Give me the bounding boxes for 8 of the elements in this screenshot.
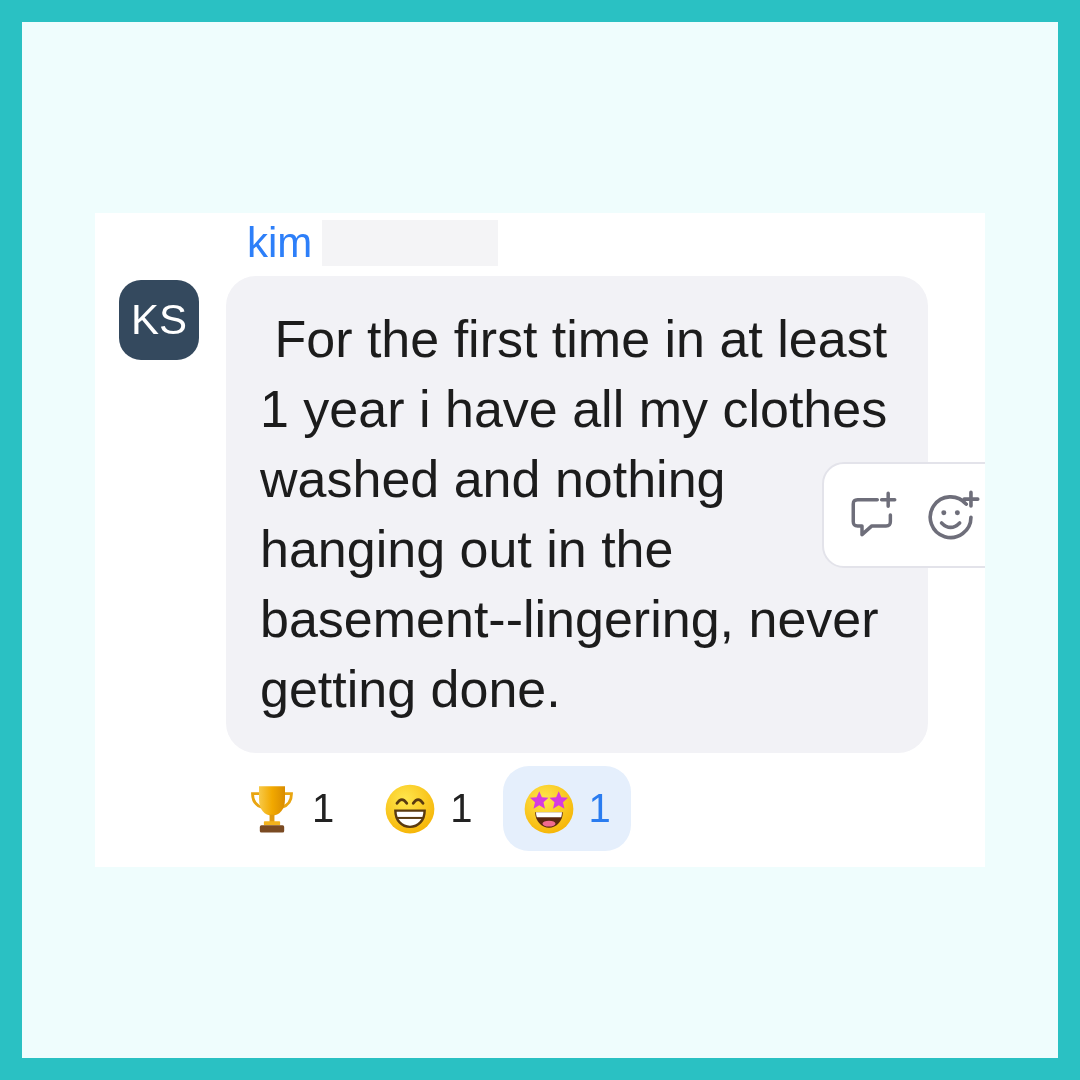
reaction-button[interactable]: 1 [364,766,493,851]
author-name: kim [247,220,313,266]
grinning-face-icon [384,782,437,835]
emoji-plus-icon[interactable] [928,490,980,540]
reaction-button[interactable]: 1 [226,766,355,851]
avatar: KS [119,280,199,360]
star-eyes-face-icon [522,782,575,835]
message-text: For the first time in at least 1 year i have all my clothes washed and nothing hanging out in the basement--lingering, never getting done. [226,276,928,753]
